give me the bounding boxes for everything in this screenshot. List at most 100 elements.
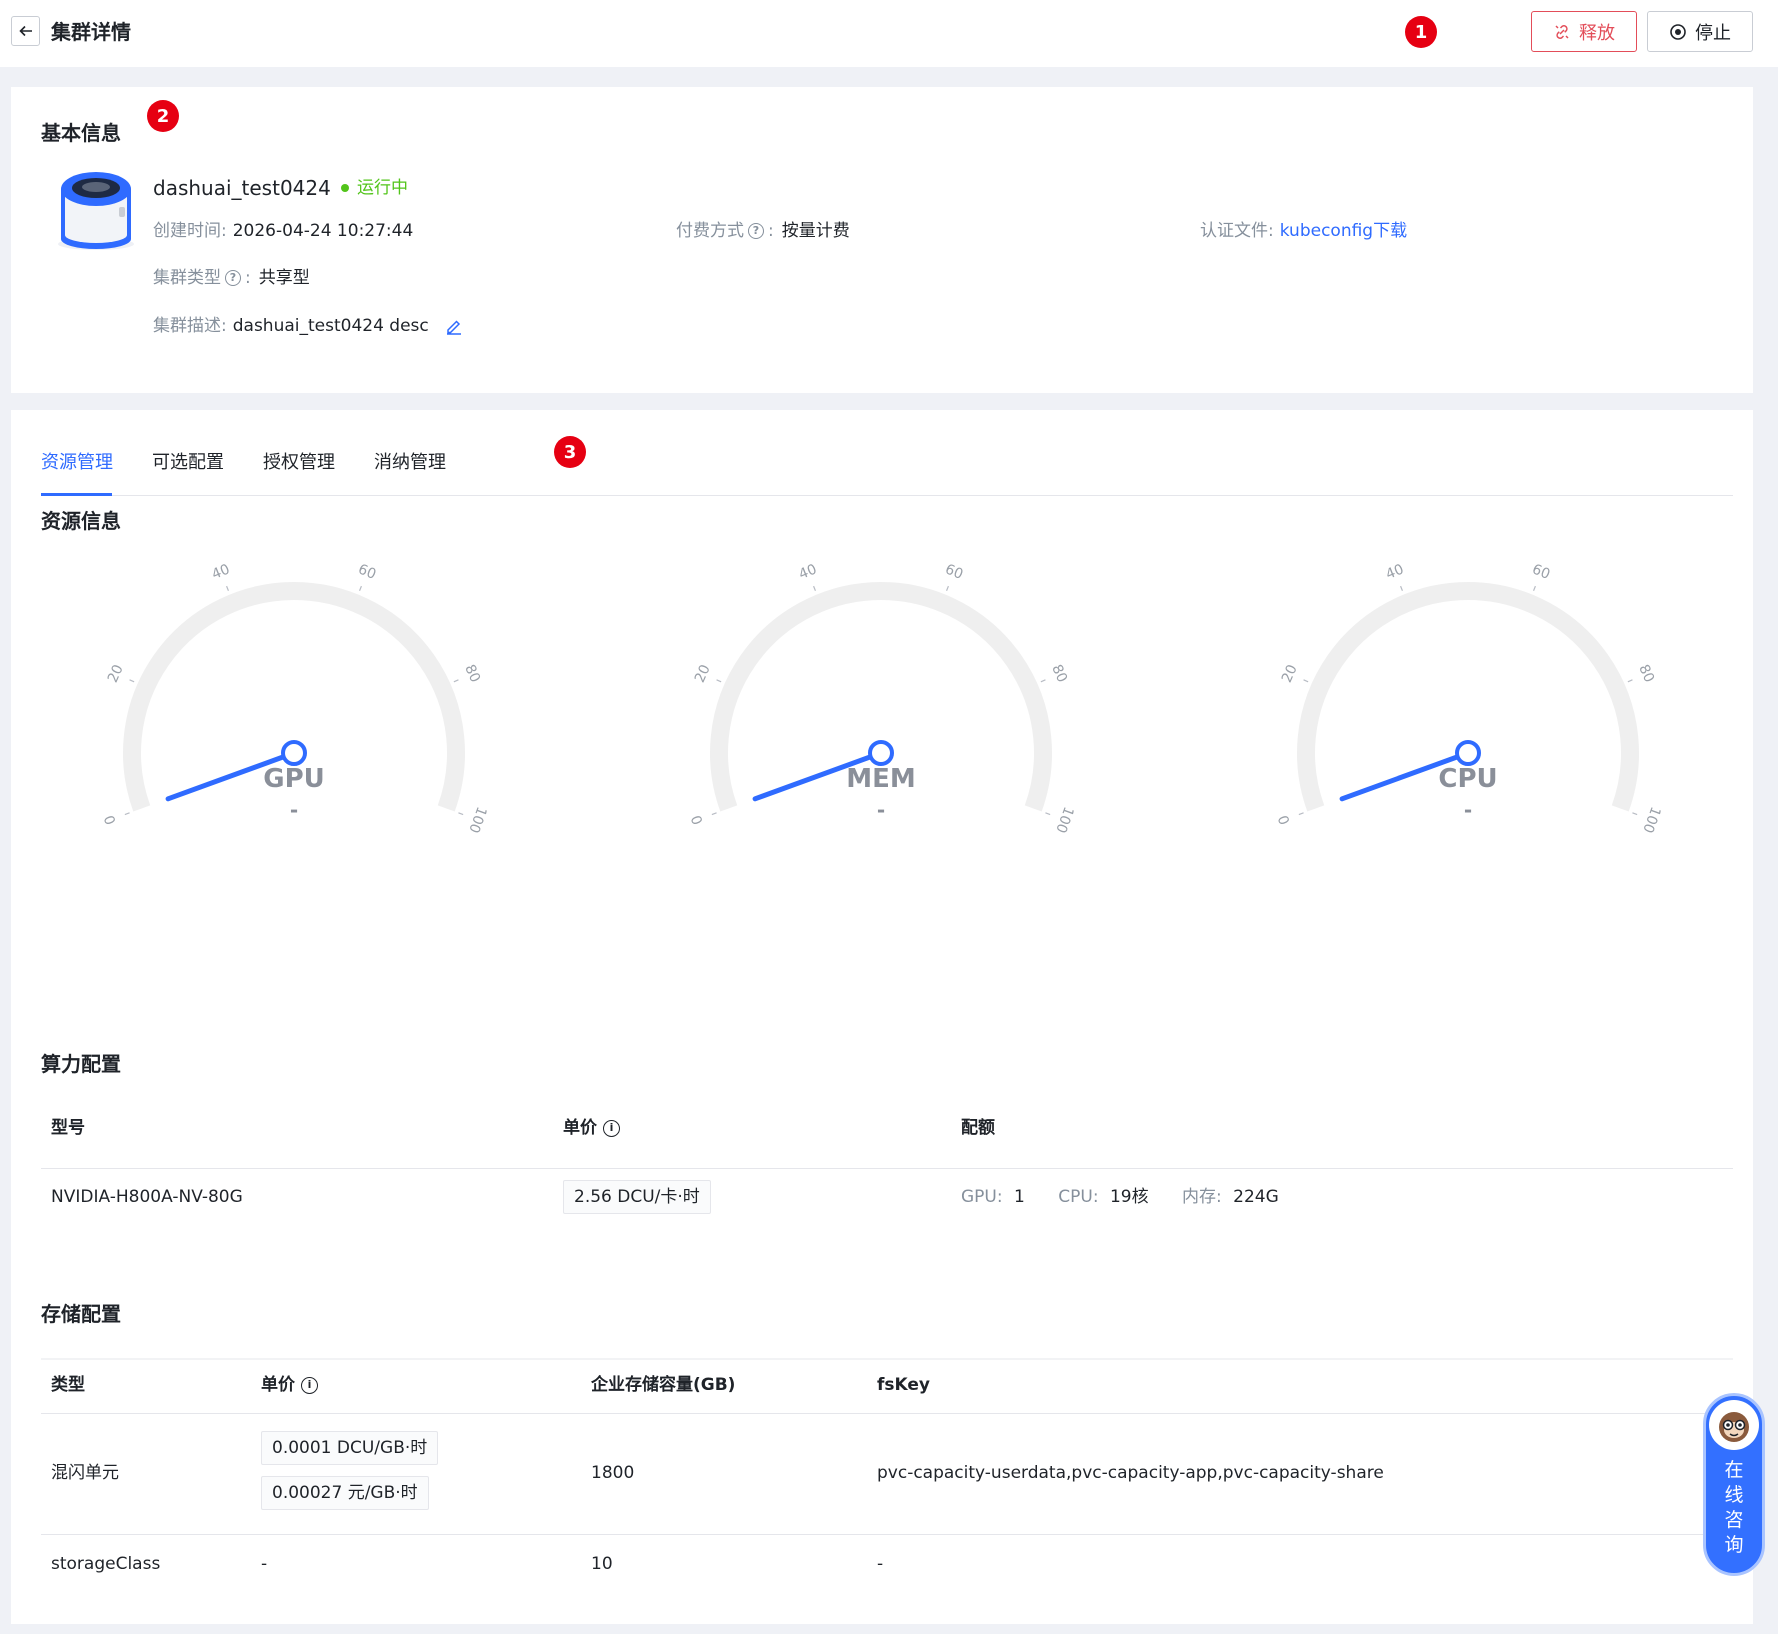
storage-header-price-label: 单价 (261, 1375, 295, 1395)
gauge-tick-label: 40 (1384, 561, 1407, 583)
gauge-tick (1298, 812, 1304, 816)
gauge-tick-label: 0 (1276, 813, 1294, 827)
info-icon[interactable]: i (301, 1376, 318, 1394)
compute-header-quota: 配额 (961, 1118, 995, 1138)
storage-row-capacity: 10 (591, 1554, 613, 1574)
page-title: 集群详情 (51, 20, 131, 44)
gauge-tick-label: 80 (1048, 662, 1070, 685)
tab-resource-management[interactable]: 资源管理 (41, 450, 113, 476)
active-tab-indicator (41, 493, 112, 496)
gauge-label: GPU (263, 764, 325, 794)
gpu-gauge-svg: 0 20 40 60 80 100 GPU - (102, 561, 490, 835)
gauge-tick-label: 40 (210, 561, 233, 583)
tab-bar: 资源管理 可选配置 授权管理 消纳管理 (41, 440, 1733, 496)
gauge-value: - (1464, 798, 1472, 822)
storage-row-type: 混闪单元 (51, 1463, 119, 1483)
kubeconfig-download-link[interactable]: kubeconfig下载 (1280, 218, 1407, 244)
release-button[interactable]: 释放 (1531, 11, 1637, 52)
resource-info-title: 资源信息 (41, 509, 121, 533)
mem-gauge-svg: 0 20 40 60 80 100 MEM - (689, 561, 1077, 835)
online-consult-button[interactable]: 在线咨询 (1703, 1393, 1765, 1576)
tab-auth-management[interactable]: 授权管理 (263, 450, 335, 476)
stop-circle-icon (1670, 23, 1686, 40)
cluster-type-field: 集群类型 ? : 共享型 (153, 265, 310, 291)
release-label: 释放 (1579, 22, 1615, 44)
gauge-tick-label: 60 (1530, 561, 1553, 583)
storage-config-title: 存储配置 (41, 1302, 121, 1326)
gpu-gauge: 0 20 40 60 80 100 GPU - (54, 535, 534, 875)
gauge-tick-label: 100 (465, 804, 489, 835)
gauge-tick-label: 60 (356, 561, 379, 583)
gauge-tick-label: 40 (797, 561, 820, 583)
gauge-tick (1632, 812, 1638, 816)
unlink-icon (1555, 24, 1569, 39)
gauge-tick (358, 585, 362, 591)
info-icon[interactable]: i (603, 1119, 620, 1137)
compute-header-model: 型号 (51, 1118, 85, 1138)
question-icon[interactable]: ? (748, 223, 764, 239)
gauge-tick (945, 585, 949, 591)
cluster-type-value: 共享型 (258, 268, 310, 288)
billing-colon: : (768, 221, 774, 241)
gauge-pivot (281, 740, 307, 766)
gauge-group: 0 20 40 60 80 100 GPU - 0 20 40 60 80 100 MEM - 0 20 40 6… (11, 535, 1753, 875)
gauge-tick (1627, 679, 1633, 683)
gauge-tick-label: 20 (105, 662, 127, 685)
cpu-gauge: 0 20 40 60 80 100 CPU - (1228, 535, 1708, 875)
cluster-desc-key: 集群描述: (153, 316, 227, 336)
cluster-desc-value: dashuai_test0424 desc (232, 316, 429, 336)
mem-gauge: 0 20 40 60 80 100 MEM - (641, 535, 1121, 875)
question-icon[interactable]: ? (225, 270, 241, 286)
gauge-tick-label: 80 (461, 662, 483, 685)
cluster-database-icon (51, 167, 137, 251)
stop-button[interactable]: 停止 (1647, 11, 1753, 52)
quota-cpu-value: 19核 (1109, 1187, 1149, 1207)
gauge-value: - (877, 798, 885, 822)
storage-row-divider (41, 1534, 1733, 1535)
edit-icon[interactable] (445, 317, 463, 335)
tab-optional-config[interactable]: 可选配置 (152, 450, 224, 476)
compute-header-price-label: 单价 (563, 1118, 597, 1138)
status-dot-icon (341, 184, 349, 192)
cluster-name: dashuai_test0424 (153, 176, 331, 200)
annotation-badge-2: 2 (147, 100, 179, 132)
created-time-field: 创建时间: 2026-04-24 10:27:44 (153, 218, 413, 244)
stop-label: 停止 (1695, 22, 1731, 44)
gauge-label: CPU (1438, 764, 1497, 794)
quota-gpu-key: GPU: (961, 1187, 1003, 1207)
annotation-badge-3: 3 (554, 436, 586, 468)
online-consult-label: 在线咨询 (1724, 1459, 1744, 1556)
gauge-tick (1303, 679, 1309, 683)
gauge-tick (1532, 585, 1536, 591)
storage-header-capacity: 企业存储容量(GB) (591, 1375, 736, 1395)
gauge-pivot (868, 740, 894, 766)
assistant-avatar-icon (1709, 1400, 1759, 1450)
gauge-label: MEM (846, 764, 916, 794)
back-button[interactable] (11, 16, 40, 46)
compute-header-divider (41, 1168, 1733, 1169)
gauge-tick (1045, 812, 1051, 816)
gauge-pivot (1455, 740, 1481, 766)
gauge-tick (716, 679, 722, 683)
compute-quota: GPU: 1 CPU: 19核 内存: 224G (961, 1184, 1279, 1210)
billing-key: 付费方式 (676, 221, 744, 241)
storage-price-dcu: 0.0001 DCU/GB·时 (261, 1431, 439, 1465)
tab-consumption-management[interactable]: 消纳管理 (374, 450, 446, 476)
gauge-tick-label: 100 (1639, 804, 1663, 835)
gauge-tick (129, 679, 135, 683)
gauge-tick-label: 100 (1052, 804, 1076, 835)
billing-value: 按量计费 (781, 221, 850, 241)
storage-row-type: storageClass (51, 1554, 161, 1574)
storage-price-yuan: 0.00027 元/GB·时 (261, 1476, 429, 1510)
created-time-key: 创建时间: (153, 221, 227, 241)
gauge-tick (1400, 585, 1404, 591)
quota-mem-key: 内存: (1182, 1187, 1222, 1207)
quota-gpu-value: 1 (1014, 1187, 1025, 1207)
created-time-value: 2026-04-24 10:27:44 (232, 221, 414, 241)
compute-model: NVIDIA-H800A-NV-80G (51, 1187, 243, 1207)
cluster-type-key: 集群类型 (153, 268, 221, 288)
gauge-tick-label: 60 (943, 561, 966, 583)
auth-file-field: 认证文件: kubeconfig下载 (1200, 218, 1407, 244)
gauge-tick-label: 0 (689, 813, 707, 827)
annotation-badge-1: 1 (1405, 16, 1437, 48)
